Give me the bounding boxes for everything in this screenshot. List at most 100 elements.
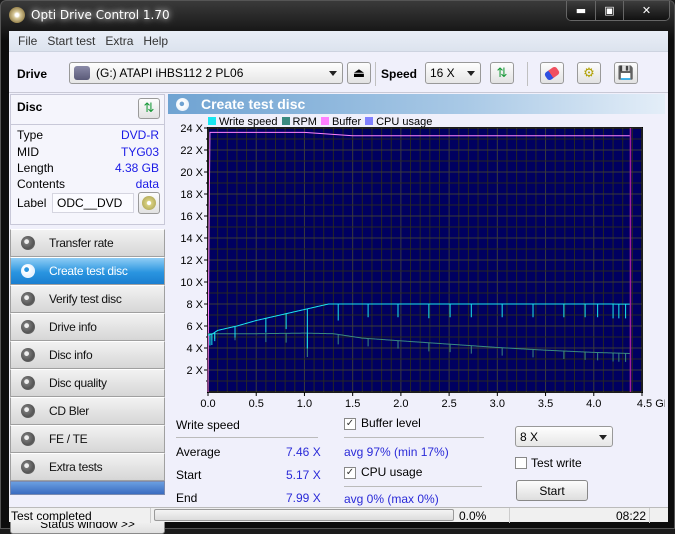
app-window: Opti Drive Control 1.70 ▬ ▣ ✕ File Start… [0,0,675,534]
disc-icon [21,348,35,362]
app-disc-icon [9,7,25,23]
y-tick-label: 22 X [180,145,203,157]
write-speed-chart: Write speed RPM Buffer CPU usage 2 X4 X6… [168,114,665,414]
nav-transfer-rate[interactable]: Transfer rate [10,229,165,257]
nav-verify-test-disc[interactable]: Verify test disc [10,285,165,313]
disc-icon [21,264,35,278]
cpu-usage-value: avg 0% (max 0%) [344,492,439,506]
disc-label-field[interactable]: ODC__DVD [52,193,134,213]
minimize-button[interactable]: ▬ [567,1,595,20]
floppy-icon: 💾 [617,65,635,81]
refresh-disc-button[interactable]: ⇅ [138,98,160,119]
nav-cd-bler[interactable]: CD Bler [10,397,165,425]
disc-info-panel: Disc ⇅ Type DVD-R MID TYG03 Length 4.38 GB … [10,94,165,225]
speed-label: Speed [381,67,418,81]
disc-contents-row: Contents data [17,177,159,191]
disc-icon [21,236,35,250]
y-tick-label: 14 X [180,233,203,245]
write-speed-select[interactable]: 8 X [515,426,613,447]
start-value: 5.17 X [286,468,321,482]
nav-extra-tests[interactable]: Extra tests [10,453,165,481]
chart-svg: 2 X 4 X 6 X 8 X 10 X 12 X 14 X 16 X 18 X 20 X 22 X… [180,123,665,410]
average-value: 7.46 X [286,445,321,459]
x-tick-label: 0.0 [200,398,215,410]
eject-button[interactable]: ⏏ [347,62,371,84]
menu-bar: File Start test Extra Help [9,31,668,52]
gears-icon: ⚙ [583,65,595,81]
status-text: Test completed [11,509,92,523]
drive-select[interactable]: (G:) ATAPI iHBS112 2 PL06 [69,62,343,84]
disc-header: Disc [17,100,43,114]
y-tick-label: 16 X [180,211,203,223]
average-label: Average [176,445,221,459]
menu-start-test[interactable]: Start test [42,34,100,48]
drive-icon [74,66,90,80]
y-tick-label: 8 X [186,299,203,311]
menu-extra[interactable]: Extra [100,34,138,48]
x-tick-label: 2.0 [393,398,408,410]
y-tick-label: 18 X [180,189,203,201]
speed-select[interactable]: 16 X [425,62,481,84]
menu-file[interactable]: File [13,34,42,48]
erase-button[interactable] [540,62,564,84]
settings-button[interactable]: ⚙ [577,62,601,84]
disc-icon [21,432,35,446]
y-tick-label: 20 X [180,167,203,179]
y-tick-label: 6 X [186,321,203,333]
nav-create-test-disc[interactable]: Create test disc [10,257,165,285]
x-tick-label: 3.0 [490,398,505,410]
chevron-down-icon [599,435,607,440]
disc-mid-row: MID TYG03 [17,145,159,159]
y-tick-label: 12 X [180,255,203,267]
disc-icon [21,376,35,390]
eraser-icon [543,65,561,81]
x-tick-label: 1.5 [345,398,360,410]
test-navigation: Transfer rate Create test disc Verify te… [10,229,165,495]
status-bar: Test completed 0.0% 08:22 [9,507,668,523]
x-tick-label: 4.0 [586,398,601,410]
main-panel: Create test disc Write speed RPM Buffer … [168,94,665,506]
buffer-level-checkbox[interactable]: ✓ [344,418,356,430]
drive-label: Drive [17,67,48,81]
disc-icon [21,460,35,474]
disc-icon [142,196,156,210]
y-tick-label: 4 X [186,343,203,355]
x-tick-label: 3.5 [538,398,553,410]
chevron-down-icon [329,71,337,76]
progress-bar [154,509,454,521]
results-panel: Write speed Average 7.46 X Start 5.17 X … [168,414,665,506]
nav-drive-info[interactable]: Drive info [10,313,165,341]
disc-type-row: Type DVD-R [17,128,159,142]
x-tick-label: 4.5 GB [637,398,665,410]
menu-help[interactable]: Help [138,34,173,48]
cpu-usage-checkbox[interactable]: ✓ [344,467,356,479]
end-label: End [176,491,198,505]
nav-fe-te[interactable]: FE / TE [10,425,165,453]
nav-disc-info[interactable]: Disc info [10,341,165,369]
progress-percent: 0.0% [459,509,487,523]
x-tick-label: 0.5 [249,398,264,410]
start-button[interactable]: Start [516,480,588,501]
x-tick-label: 2.5 [441,398,456,410]
buffer-level-label: Buffer level [361,416,421,430]
disc-length-row: Length 4.38 GB [17,161,159,175]
x-tick-label: 1.0 [297,398,312,410]
nav-disc-quality[interactable]: Disc quality [10,369,165,397]
refresh-icon: ⇅ [143,101,155,116]
maximize-button[interactable]: ▣ [595,1,623,20]
window-title: Opti Drive Control 1.70 [31,8,170,22]
cpu-usage-label: CPU usage [361,465,423,479]
close-button[interactable]: ✕ [623,1,669,20]
elapsed-time: 08:22 [615,509,646,523]
save-button[interactable]: 💾 [614,62,638,84]
start-label: Start [176,468,202,482]
title-bar[interactable]: Opti Drive Control 1.70 ▬ ▣ ✕ [1,1,675,31]
disc-label-button[interactable] [138,192,160,214]
panel-header: Create test disc [168,94,665,114]
test-write-checkbox[interactable] [515,457,527,469]
write-speed-heading: Write speed [176,418,240,432]
refresh-speed-button[interactable]: ⇅ [490,62,514,84]
y-tick-label: 10 X [180,277,203,289]
chevron-down-icon [467,71,475,76]
disc-label-key: Label [17,196,47,210]
